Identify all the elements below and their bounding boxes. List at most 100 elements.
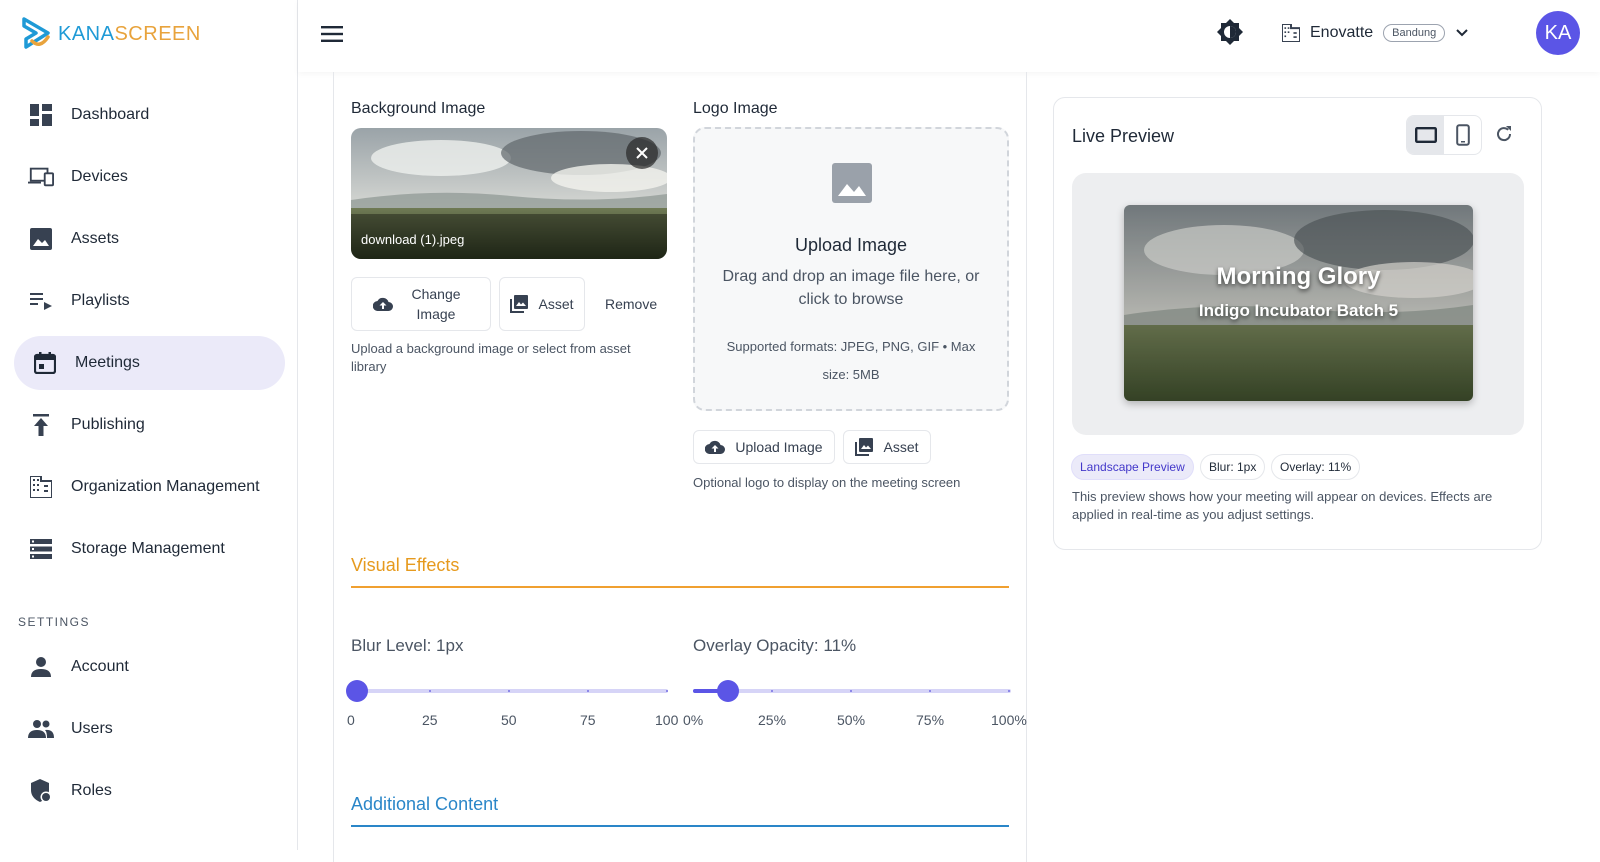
brightness-icon bbox=[1217, 19, 1243, 45]
topbar: Enovatte Bandung KA bbox=[298, 0, 1600, 72]
blur-slider-track[interactable] bbox=[354, 689, 668, 693]
upload-logo-button[interactable]: Upload Image bbox=[693, 430, 835, 464]
logo-hint: Optional logo to display on the meeting … bbox=[693, 475, 961, 490]
sidebar-item-meetings[interactable]: Meetings bbox=[14, 336, 285, 390]
sidebar-item-label: Organization Management bbox=[71, 478, 260, 495]
blur-mark: 100 bbox=[655, 712, 679, 728]
additional-content-divider bbox=[351, 825, 1009, 827]
preview-meeting-title: Morning Glory bbox=[1216, 263, 1381, 290]
sidebar-item-label: Devices bbox=[71, 168, 128, 185]
slider-tick bbox=[666, 690, 668, 692]
playlist-icon bbox=[28, 288, 54, 314]
overlay-mark: 75% bbox=[916, 712, 945, 728]
sidebar-item-organization-management[interactable]: Organization Management bbox=[14, 460, 285, 514]
dropzone-title: Upload Image bbox=[794, 235, 908, 255]
blur-slider-thumb[interactable] bbox=[346, 680, 369, 702]
overlay-mark: 100% bbox=[991, 712, 1027, 728]
change-image-button[interactable]: Change Image bbox=[351, 277, 491, 331]
live-preview-card: Live Preview Morning Glory Indigo Incuba… bbox=[1053, 97, 1542, 550]
portrait-toggle-button[interactable] bbox=[1444, 116, 1481, 154]
refresh-preview-button[interactable] bbox=[1494, 124, 1518, 148]
preview-description: This preview shows how your meeting will… bbox=[1072, 489, 1493, 522]
sidebar-item-label: Users bbox=[71, 720, 113, 737]
sidebar-item-label: Storage Management bbox=[71, 540, 225, 557]
organization-name: Enovatte bbox=[1310, 24, 1374, 41]
sidebar-item-label: Roles bbox=[71, 782, 112, 799]
brand-name: KANASCREEN bbox=[58, 22, 201, 45]
avatar[interactable]: KA bbox=[1536, 11, 1580, 55]
shield-icon bbox=[28, 778, 54, 804]
overlay-slider-track[interactable] bbox=[693, 689, 1011, 693]
dropzone-subtitle: Drag and drop an image file here, or cli… bbox=[722, 268, 980, 308]
sidebar-item-playlists[interactable]: Playlists bbox=[14, 274, 285, 328]
storage-icon bbox=[28, 536, 54, 562]
sidebar: KANASCREEN Dashboard Devices Assets Play… bbox=[0, 0, 298, 850]
background-image-label: Background Image bbox=[351, 100, 486, 117]
sidebar-item-account[interactable]: Account bbox=[14, 640, 285, 694]
background-hint: Upload a background image or select from… bbox=[351, 341, 631, 374]
sidebar-item-label: Dashboard bbox=[71, 106, 150, 123]
dashboard-icon bbox=[28, 102, 54, 128]
sidebar-item-users[interactable]: Users bbox=[14, 702, 285, 756]
photo-library-icon bbox=[855, 438, 874, 456]
asset-label: Asset bbox=[883, 439, 919, 455]
building-icon bbox=[28, 474, 54, 500]
overlay-opacity-label: Overlay Opacity: 11% bbox=[693, 636, 857, 655]
preview-orientation-toggle bbox=[1406, 115, 1482, 155]
sidebar-item-dashboard[interactable]: Dashboard bbox=[14, 88, 285, 142]
settings-nav: Account Users Roles bbox=[14, 640, 285, 826]
blur-chip: Blur: 1px bbox=[1200, 454, 1266, 480]
logo-asset-button[interactable]: Asset bbox=[843, 430, 931, 464]
brand-logo-icon bbox=[22, 17, 50, 49]
sidebar-item-roles[interactable]: Roles bbox=[14, 764, 285, 818]
cloud-upload-icon bbox=[705, 440, 726, 454]
sidebar-item-storage-management[interactable]: Storage Management bbox=[14, 522, 285, 576]
slider-tick bbox=[587, 690, 589, 692]
background-file-name: download (1).jpeg bbox=[361, 232, 465, 247]
remove-button[interactable]: Remove bbox=[605, 296, 657, 312]
image-icon bbox=[28, 226, 54, 252]
asset-label: Asset bbox=[538, 296, 574, 312]
slider-tick bbox=[1008, 690, 1010, 692]
sidebar-item-devices[interactable]: Devices bbox=[14, 150, 285, 204]
slider-tick bbox=[771, 690, 773, 692]
close-icon bbox=[636, 147, 648, 159]
background-asset-button[interactable]: Asset bbox=[499, 277, 585, 331]
change-image-label: Change Image bbox=[411, 286, 461, 322]
sidebar-item-assets[interactable]: Assets bbox=[14, 212, 285, 266]
organization-location-badge: Bandung bbox=[1383, 24, 1446, 42]
sidebar-item-label: Meetings bbox=[75, 354, 140, 371]
settings-heading: SETTINGS bbox=[18, 615, 91, 629]
visual-effects-divider bbox=[351, 586, 1009, 588]
visual-effects-heading: Visual Effects bbox=[351, 555, 460, 575]
landscape-icon bbox=[1414, 127, 1437, 143]
photo-library-icon bbox=[510, 295, 529, 313]
overlay-mark: 0% bbox=[683, 712, 704, 728]
preview-meeting-subtitle: Indigo Incubator Batch 5 bbox=[1198, 301, 1399, 320]
overlay-chip: Overlay: 11% bbox=[1271, 454, 1361, 480]
additional-content-heading: Additional Content bbox=[351, 794, 499, 814]
slider-tick bbox=[850, 690, 852, 692]
blur-level-label: Blur Level: 1px bbox=[351, 636, 464, 655]
brand-logo[interactable]: KANASCREEN bbox=[18, 14, 201, 54]
sidebar-item-label: Account bbox=[71, 658, 129, 675]
sidebar-item-publishing[interactable]: Publishing bbox=[14, 398, 285, 452]
sidebar-item-label: Assets bbox=[71, 230, 120, 247]
overlay-slider-thumb[interactable] bbox=[716, 680, 739, 702]
slider-tick bbox=[929, 690, 931, 692]
main-nav: Dashboard Devices Assets Playlists Meeti… bbox=[14, 88, 285, 584]
smartphone-icon bbox=[1455, 124, 1470, 146]
overlay-mark: 50% bbox=[837, 712, 866, 728]
blur-mark: 25 bbox=[422, 712, 438, 728]
logo-dropzone[interactable]: Upload Image Drag and drop an image file… bbox=[693, 127, 1009, 411]
theme-toggle-button[interactable] bbox=[1216, 18, 1244, 46]
hamburger-icon bbox=[321, 26, 343, 42]
dropzone-formats: Supported formats: JPEG, PNG, GIF • Max … bbox=[726, 339, 976, 382]
organization-selector[interactable]: Enovatte Bandung bbox=[1282, 18, 1469, 48]
menu-button[interactable] bbox=[318, 20, 346, 48]
remove-background-button[interactable] bbox=[626, 137, 658, 169]
group-icon bbox=[28, 716, 54, 742]
landscape-preview-chip: Landscape Preview bbox=[1071, 454, 1194, 480]
blur-mark: 75 bbox=[580, 712, 596, 728]
landscape-toggle-button[interactable] bbox=[1407, 116, 1444, 154]
